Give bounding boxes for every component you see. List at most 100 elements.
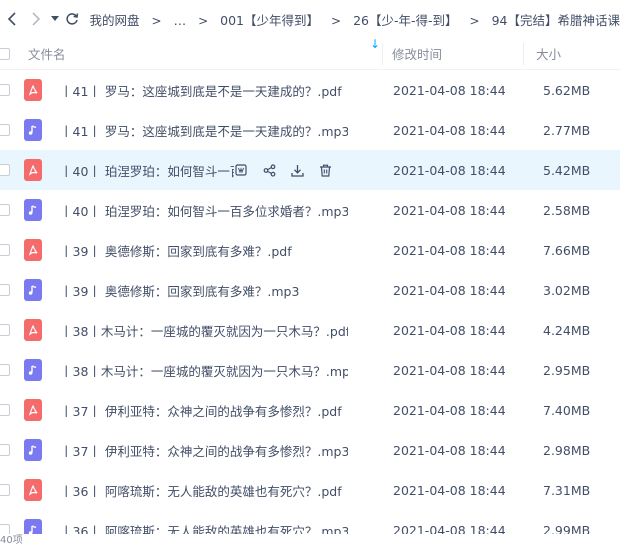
modified-time: 2021-04-08 18:44: [393, 362, 506, 378]
pdf-file-icon: [24, 159, 42, 181]
file-size: 2.95MB: [543, 362, 591, 378]
modified-time: 2021-04-08 18:44: [393, 482, 506, 498]
table-row[interactable]: 丨41丨 罗马：这座城到底是不是一天建成的？.pdf 2021-04-08 18:…: [0, 70, 620, 110]
breadcrumb-separator: >: [151, 13, 162, 28]
modified-time: 2021-04-08 18:44: [393, 322, 506, 338]
breadcrumb-item[interactable]: 26【少-年-得-到】: [353, 13, 457, 28]
file-list: 丨41丨 罗马：这座城到底是不是一天建成的？.pdf 2021-04-08 18:…: [0, 70, 620, 550]
column-header-name[interactable]: 文件名 ↓: [28, 37, 382, 63]
breadcrumb-item[interactable]: 001【少年得到】: [220, 13, 319, 28]
modified-time: 2021-04-08 18:44: [393, 442, 506, 458]
pdf-file-icon: [24, 79, 42, 101]
file-size: 7.31MB: [543, 482, 591, 498]
table-row[interactable]: 丨37丨 伊利亚特：众神之间的战争有多惨烈？.mp3 2021-04-08 18:…: [0, 430, 620, 470]
row-checkbox[interactable]: [0, 404, 10, 416]
file-name[interactable]: 丨38丨木马计：一座城的覆灭就因为一只木马？.pdf: [60, 321, 348, 340]
refresh-button[interactable]: [62, 0, 82, 38]
modified-time: 2021-04-08 18:44: [393, 402, 506, 418]
breadcrumb-separator: >: [331, 13, 342, 28]
file-name[interactable]: 丨38丨木马计：一座城的覆灭就因为一只木马？.mp3: [60, 361, 348, 380]
breadcrumb-separator: >: [469, 13, 480, 28]
refresh-icon: [66, 13, 79, 25]
breadcrumb-item[interactable]: …: [174, 13, 187, 28]
delete-icon[interactable]: [318, 163, 332, 177]
table-row[interactable]: 丨39丨 奥德修斯：回家到底有多难？.mp3 2021-04-08 18:44 3.…: [0, 270, 620, 310]
table-row[interactable]: 丨39丨 奥德修斯：回家到底有多难？.pdf 2021-04-08 18:44 7.…: [0, 230, 620, 270]
music-file-icon: [24, 199, 42, 221]
music-file-icon: [24, 439, 42, 461]
file-name[interactable]: 丨41丨 罗马：这座城到底是不是一天建成的？.pdf: [60, 81, 348, 100]
file-size: 2.58MB: [543, 202, 591, 218]
file-size: 2.77MB: [543, 122, 591, 138]
share-icon[interactable]: [262, 163, 276, 177]
file-name[interactable]: 丨37丨 伊利亚特：众神之间的战争有多惨烈？.mp3: [60, 441, 348, 460]
select-all-checkbox-cell[interactable]: [0, 47, 28, 60]
file-name[interactable]: 丨40丨 珀涅罗珀：如何智斗一百多位求婚者？.mp3: [60, 201, 348, 220]
music-file-icon: [24, 119, 42, 141]
modified-time: 2021-04-08 18:44: [393, 242, 506, 258]
pdf-file-icon: [24, 399, 42, 421]
breadcrumb-item[interactable]: 我的网盘: [90, 13, 140, 28]
breadcrumb-separator: >: [198, 13, 209, 28]
breadcrumb-item[interactable]: 94【完结】希腊神话课: [492, 13, 620, 28]
row-checkbox[interactable]: [0, 124, 10, 136]
caret-down-icon: [50, 16, 59, 21]
sort-down-icon[interactable]: ↓: [370, 37, 380, 51]
table-row[interactable]: 丨37丨 伊利亚特：众神之间的战争有多惨烈？.pdf 2021-04-08 18:…: [0, 390, 620, 430]
file-size: 4.24MB: [543, 322, 591, 338]
row-checkbox[interactable]: [0, 84, 10, 96]
table-header: 文件名 ↓ 修改时间 大小: [0, 37, 620, 70]
file-name[interactable]: 丨39丨 奥德修斯：回家到底有多难？.mp3: [60, 281, 348, 300]
share-link-icon[interactable]: [234, 163, 248, 177]
file-size: 2.98MB: [543, 442, 591, 458]
music-file-icon: [24, 279, 42, 301]
file-name[interactable]: 丨37丨 伊利亚特：众神之间的战争有多惨烈？.pdf: [60, 401, 348, 420]
modified-time: 2021-04-08 18:44: [393, 202, 506, 218]
row-checkbox[interactable]: [0, 324, 10, 336]
breadcrumb: 我的网盘 > … >001【少年得到】 >26【少-年-得-到】 >94【完结】希腊神话课: [90, 10, 620, 29]
file-size: 5.62MB: [543, 82, 591, 98]
file-size: 5.42MB: [543, 162, 591, 178]
table-row[interactable]: 丨40丨 珀涅罗珀：如何智斗一百多位求婚者？.mp3 2021-04-08 18:…: [0, 190, 620, 230]
download-icon[interactable]: [290, 163, 304, 177]
pdf-file-icon: [24, 239, 42, 261]
forward-button[interactable]: [25, 0, 48, 38]
row-checkbox[interactable]: [0, 204, 10, 216]
modified-time: 2021-04-08 18:44: [393, 162, 506, 178]
row-checkbox[interactable]: [0, 244, 10, 256]
back-button[interactable]: [0, 0, 25, 38]
music-file-icon: [24, 359, 42, 381]
column-header-size[interactable]: 大小: [524, 44, 561, 63]
column-name-label: 文件名: [28, 47, 66, 62]
modified-time: 2021-04-08 18:44: [393, 282, 506, 298]
column-header-modified[interactable]: 修改时间: [383, 44, 523, 63]
row-actions: [234, 163, 348, 177]
history-dropdown-button[interactable]: [48, 0, 62, 38]
file-size: 7.66MB: [543, 242, 591, 258]
row-checkbox[interactable]: [0, 364, 10, 376]
row-checkbox[interactable]: [0, 164, 10, 176]
item-count: 40项: [0, 534, 620, 547]
table-row[interactable]: 丨41丨 罗马：这座城到底是不是一天建成的？.mp3 2021-04-08 18:…: [0, 110, 620, 150]
breadcrumb-bar: 我的网盘 > … >001【少年得到】 >26【少-年-得-到】 >94【完结】希腊神话课: [0, 0, 620, 38]
file-name[interactable]: 丨41丨 罗马：这座城到底是不是一天建成的？.mp3: [60, 121, 348, 140]
chevron-left-icon: [8, 12, 16, 26]
file-name[interactable]: 丨36丨 阿喀琉斯：无人能敌的英雄也有死穴？.pdf: [60, 481, 348, 500]
file-size: 7.40MB: [543, 402, 591, 418]
modified-time: 2021-04-08 18:44: [393, 122, 506, 138]
table-row[interactable]: 丨36丨 阿喀琉斯：无人能敌的英雄也有死穴？.pdf 2021-04-08 18:…: [0, 470, 620, 510]
file-name[interactable]: 丨40丨 珀涅罗珀：如何智斗一百多位...: [60, 161, 234, 180]
select-all-checkbox[interactable]: [0, 47, 10, 60]
file-size: 3.02MB: [543, 282, 591, 298]
table-row[interactable]: 丨38丨木马计：一座城的覆灭就因为一只木马？.mp3 2021-04-08 18:…: [0, 350, 620, 390]
chevron-right-icon: [32, 12, 41, 26]
row-checkbox[interactable]: [0, 284, 10, 296]
row-checkbox[interactable]: [0, 484, 10, 496]
table-row[interactable]: 丨40丨 珀涅罗珀：如何智斗一百多位... 2021-04-08 18:44 5.4…: [0, 150, 620, 190]
pdf-file-icon: [24, 479, 42, 501]
pdf-file-icon: [24, 319, 42, 341]
table-row[interactable]: 丨38丨木马计：一座城的覆灭就因为一只木马？.pdf 2021-04-08 18:…: [0, 310, 620, 350]
row-checkbox[interactable]: [0, 444, 10, 456]
modified-time: 2021-04-08 18:44: [393, 82, 506, 98]
file-name[interactable]: 丨39丨 奥德修斯：回家到底有多难？.pdf: [60, 241, 348, 260]
